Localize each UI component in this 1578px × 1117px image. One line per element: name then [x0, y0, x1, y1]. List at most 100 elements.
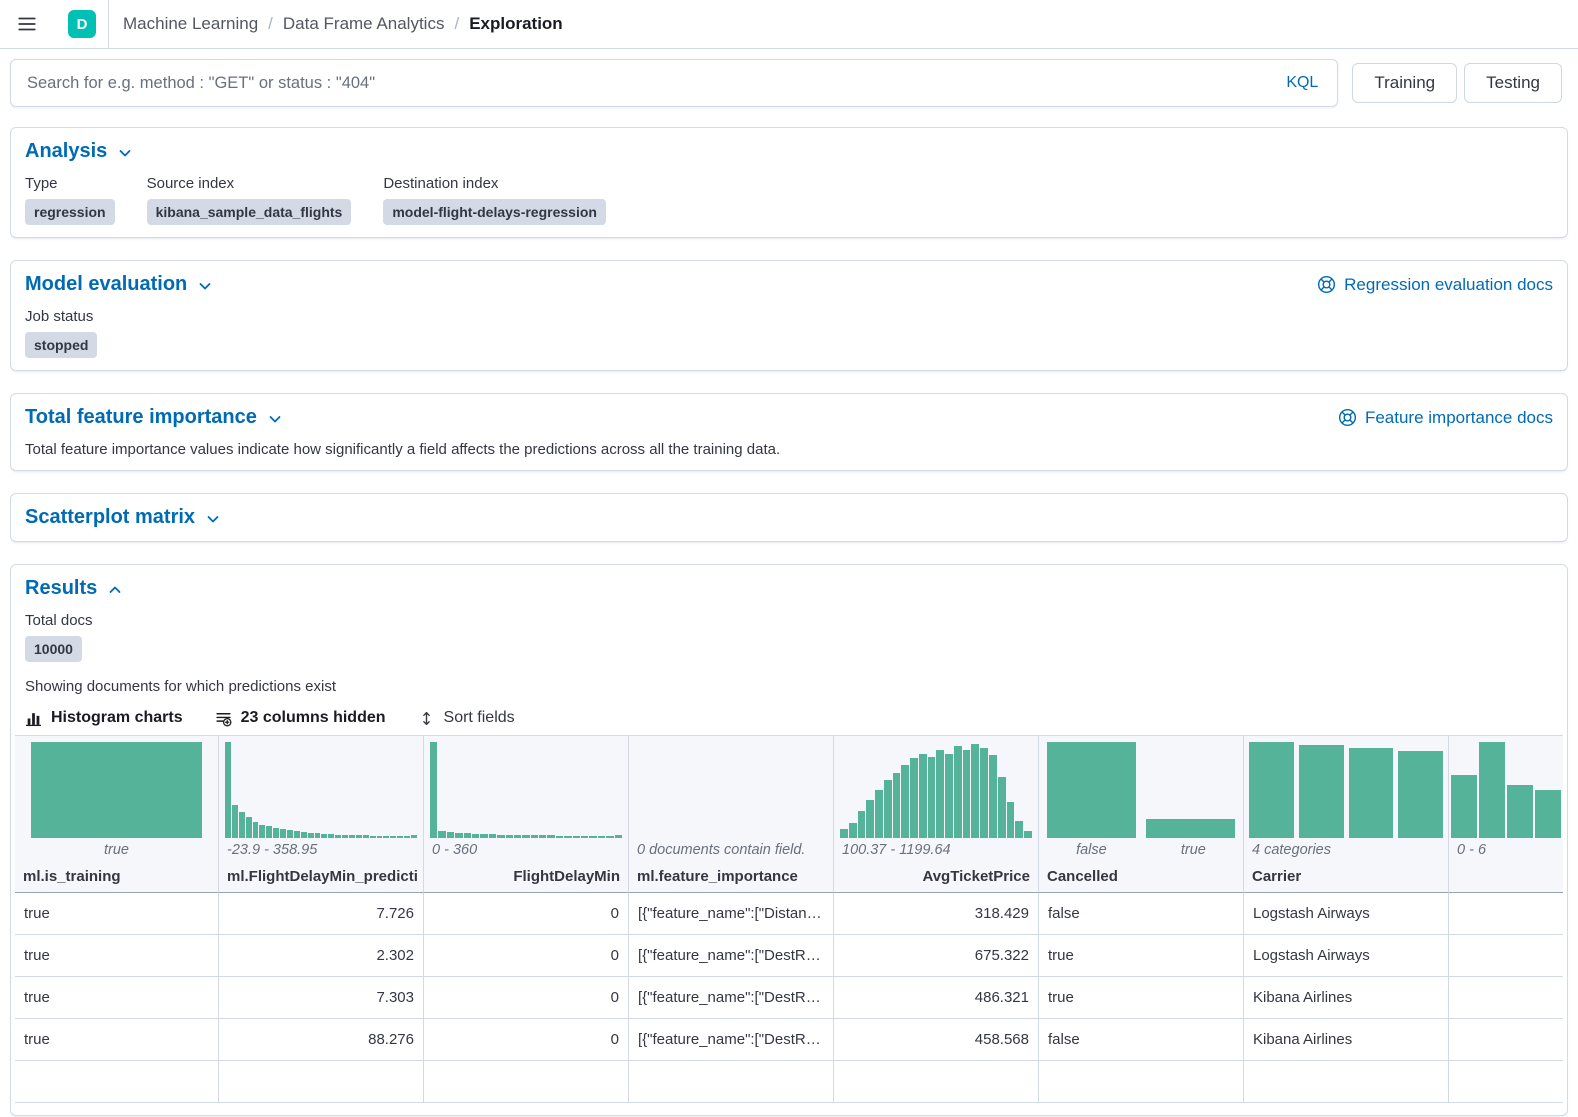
grid-cell-AvgTicketPrice[interactable]	[834, 1061, 1039, 1102]
feature-importance-section-toggle[interactable]: Total feature importance	[25, 406, 283, 429]
grid-cell-FlightDelayMin[interactable]	[424, 1061, 629, 1102]
feature-importance-docs-link[interactable]: Feature importance docs	[1338, 408, 1553, 428]
chevron-up-icon	[107, 582, 123, 598]
grid-cell-ml.FlightDelayMin_predicti[interactable]	[219, 1061, 424, 1102]
histogram-icon	[25, 710, 42, 727]
table-row	[15, 1061, 1563, 1103]
column-header-Carrier[interactable]: 4 categoriesCarrier	[1244, 736, 1449, 893]
histogram-bar	[377, 836, 383, 838]
histogram-bar	[1451, 775, 1477, 838]
grid-cell-AvgTicketPrice[interactable]: 486.321	[834, 977, 1039, 1018]
histogram-bar	[246, 817, 252, 838]
histogram-bar	[1398, 751, 1443, 838]
histogram-bar	[266, 826, 272, 838]
histogram-bar	[849, 823, 857, 838]
results-section-toggle[interactable]: Results	[25, 577, 123, 600]
histogram-bar	[522, 835, 529, 838]
grid-cell-ml.is_training[interactable]: true	[15, 935, 219, 976]
grid-cell-Carrier[interactable]: Logstash Airways	[1244, 935, 1449, 976]
column-header-ml.FlightDelayMin_predicti[interactable]: -23.9 - 358.95ml.FlightDelayMin_predicti	[219, 736, 424, 893]
column-header-ml.feature_importance[interactable]: 0 documents contain field.ml.feature_imp…	[629, 736, 834, 893]
chevron-down-icon	[117, 145, 133, 161]
grid-cell-partial[interactable]	[1449, 935, 1563, 976]
grid-cell-AvgTicketPrice[interactable]: 458.568	[834, 1019, 1039, 1060]
sort-fields-button[interactable]: Sort fields	[418, 709, 515, 727]
grid-cell-AvgTicketPrice[interactable]: 675.322	[834, 935, 1039, 976]
column-header-Cancelled[interactable]: falsetrueCancelled	[1039, 736, 1244, 893]
grid-cell-ml.is_training[interactable]: true	[15, 1019, 219, 1060]
model-evaluation-section-toggle[interactable]: Model evaluation	[25, 273, 213, 296]
grid-cell-partial[interactable]	[1449, 977, 1563, 1018]
grid-cell-ml.is_training[interactable]: true	[15, 893, 219, 934]
grid-cell-partial[interactable]	[1449, 1061, 1563, 1102]
scatterplot-section-toggle[interactable]: Scatterplot matrix	[25, 506, 221, 529]
column-header-FlightDelayMin[interactable]: 0 - 360FlightDelayMin	[424, 736, 629, 893]
grid-cell-partial[interactable]	[1449, 893, 1563, 934]
grid-cell-Carrier[interactable]: Kibana Airlines	[1244, 977, 1449, 1018]
histogram-bar	[556, 836, 563, 838]
histogram-bar	[404, 836, 410, 838]
docs-link-label: Regression evaluation docs	[1344, 275, 1553, 295]
grid-cell-Cancelled[interactable]	[1039, 1061, 1244, 1102]
breadcrumb-machine-learning[interactable]: Machine Learning	[123, 14, 258, 34]
grid-cell-Carrier[interactable]	[1244, 1061, 1449, 1102]
histogram-charts-label: Histogram charts	[51, 709, 183, 727]
grid-cell-ml.is_training[interactable]: true	[15, 977, 219, 1018]
grid-cell-ml.feature_importance[interactable]: [{"feature_name":["DestR…	[629, 977, 834, 1018]
help-icon	[1317, 275, 1336, 294]
grid-cell-ml.FlightDelayMin_predicti[interactable]: 7.303	[219, 977, 424, 1018]
testing-button[interactable]: Testing	[1464, 63, 1562, 103]
columns-hidden-button[interactable]: 23 columns hidden	[215, 709, 386, 727]
grid-cell-ml.FlightDelayMin_predicti[interactable]: 7.726	[219, 893, 424, 934]
type-badge: regression	[25, 199, 115, 225]
search-input[interactable]	[10, 59, 1338, 107]
histogram-bar	[370, 836, 376, 838]
grid-cell-Cancelled[interactable]: true	[1039, 935, 1244, 976]
menu-button[interactable]	[10, 7, 44, 41]
histogram-bar	[497, 835, 504, 838]
grid-cell-Cancelled[interactable]: false	[1039, 1019, 1244, 1060]
column-header-ml.is_training[interactable]: trueml.is_training	[15, 736, 219, 893]
histogram-bar	[273, 828, 279, 838]
grid-cell-Cancelled[interactable]: true	[1039, 977, 1244, 1018]
grid-cell-ml.feature_importance[interactable]: [{"feature_name":["DestR…	[629, 935, 834, 976]
grid-cell-ml.is_training[interactable]	[15, 1061, 219, 1102]
model-evaluation-panel: Model evaluation Regression evaluation d…	[10, 260, 1568, 371]
histogram-bar	[1047, 742, 1136, 838]
grid-cell-Cancelled[interactable]: false	[1039, 893, 1244, 934]
histogram-bar	[480, 834, 487, 838]
column-header-AvgTicketPrice[interactable]: 100.37 - 1199.64AvgTicketPrice	[834, 736, 1039, 893]
space-avatar[interactable]: D	[68, 10, 96, 38]
grid-cell-ml.feature_importance[interactable]	[629, 1061, 834, 1102]
analysis-field-type: Type regression	[25, 175, 115, 225]
analysis-section-toggle[interactable]: Analysis	[25, 140, 133, 163]
grid-cell-ml.FlightDelayMin_predicti[interactable]: 2.302	[219, 935, 424, 976]
total-docs-badge: 10000	[25, 636, 82, 662]
grid-cell-Carrier[interactable]: Logstash Airways	[1244, 893, 1449, 934]
grid-cell-FlightDelayMin[interactable]: 0	[424, 893, 629, 934]
field-label: Source index	[147, 175, 352, 192]
histogram-bar	[239, 812, 245, 838]
grid-cell-ml.feature_importance[interactable]: [{"feature_name":["DestR…	[629, 1019, 834, 1060]
source-index-badge: kibana_sample_data_flights	[147, 199, 352, 225]
training-button[interactable]: Training	[1352, 63, 1457, 103]
grid-cell-Carrier[interactable]: Kibana Airlines	[1244, 1019, 1449, 1060]
grid-cell-AvgTicketPrice[interactable]: 318.429	[834, 893, 1039, 934]
grid-toolbar: Histogram charts 23 columns hidden Sort …	[25, 709, 1553, 735]
grid-cell-FlightDelayMin[interactable]: 0	[424, 1019, 629, 1060]
histogram-bar	[301, 832, 307, 838]
regression-evaluation-docs-link[interactable]: Regression evaluation docs	[1317, 275, 1553, 295]
histogram-bar	[840, 829, 848, 838]
histogram-bar	[893, 773, 901, 838]
grid-cell-ml.feature_importance[interactable]: [{"feature_name":["Distan…	[629, 893, 834, 934]
grid-cell-partial[interactable]	[1449, 1019, 1563, 1060]
column-header-partial[interactable]: 0 - 6	[1449, 736, 1563, 893]
histogram-bar	[363, 835, 369, 838]
grid-cell-FlightDelayMin[interactable]: 0	[424, 977, 629, 1018]
kql-language-button[interactable]: KQL	[1286, 74, 1318, 92]
grid-cell-ml.FlightDelayMin_predicti[interactable]: 88.276	[219, 1019, 424, 1060]
breadcrumb-data-frame-analytics[interactable]: Data Frame Analytics	[283, 14, 445, 34]
grid-cell-FlightDelayMin[interactable]: 0	[424, 935, 629, 976]
histogram-bar	[447, 832, 454, 838]
histogram-charts-toggle[interactable]: Histogram charts	[25, 709, 183, 727]
